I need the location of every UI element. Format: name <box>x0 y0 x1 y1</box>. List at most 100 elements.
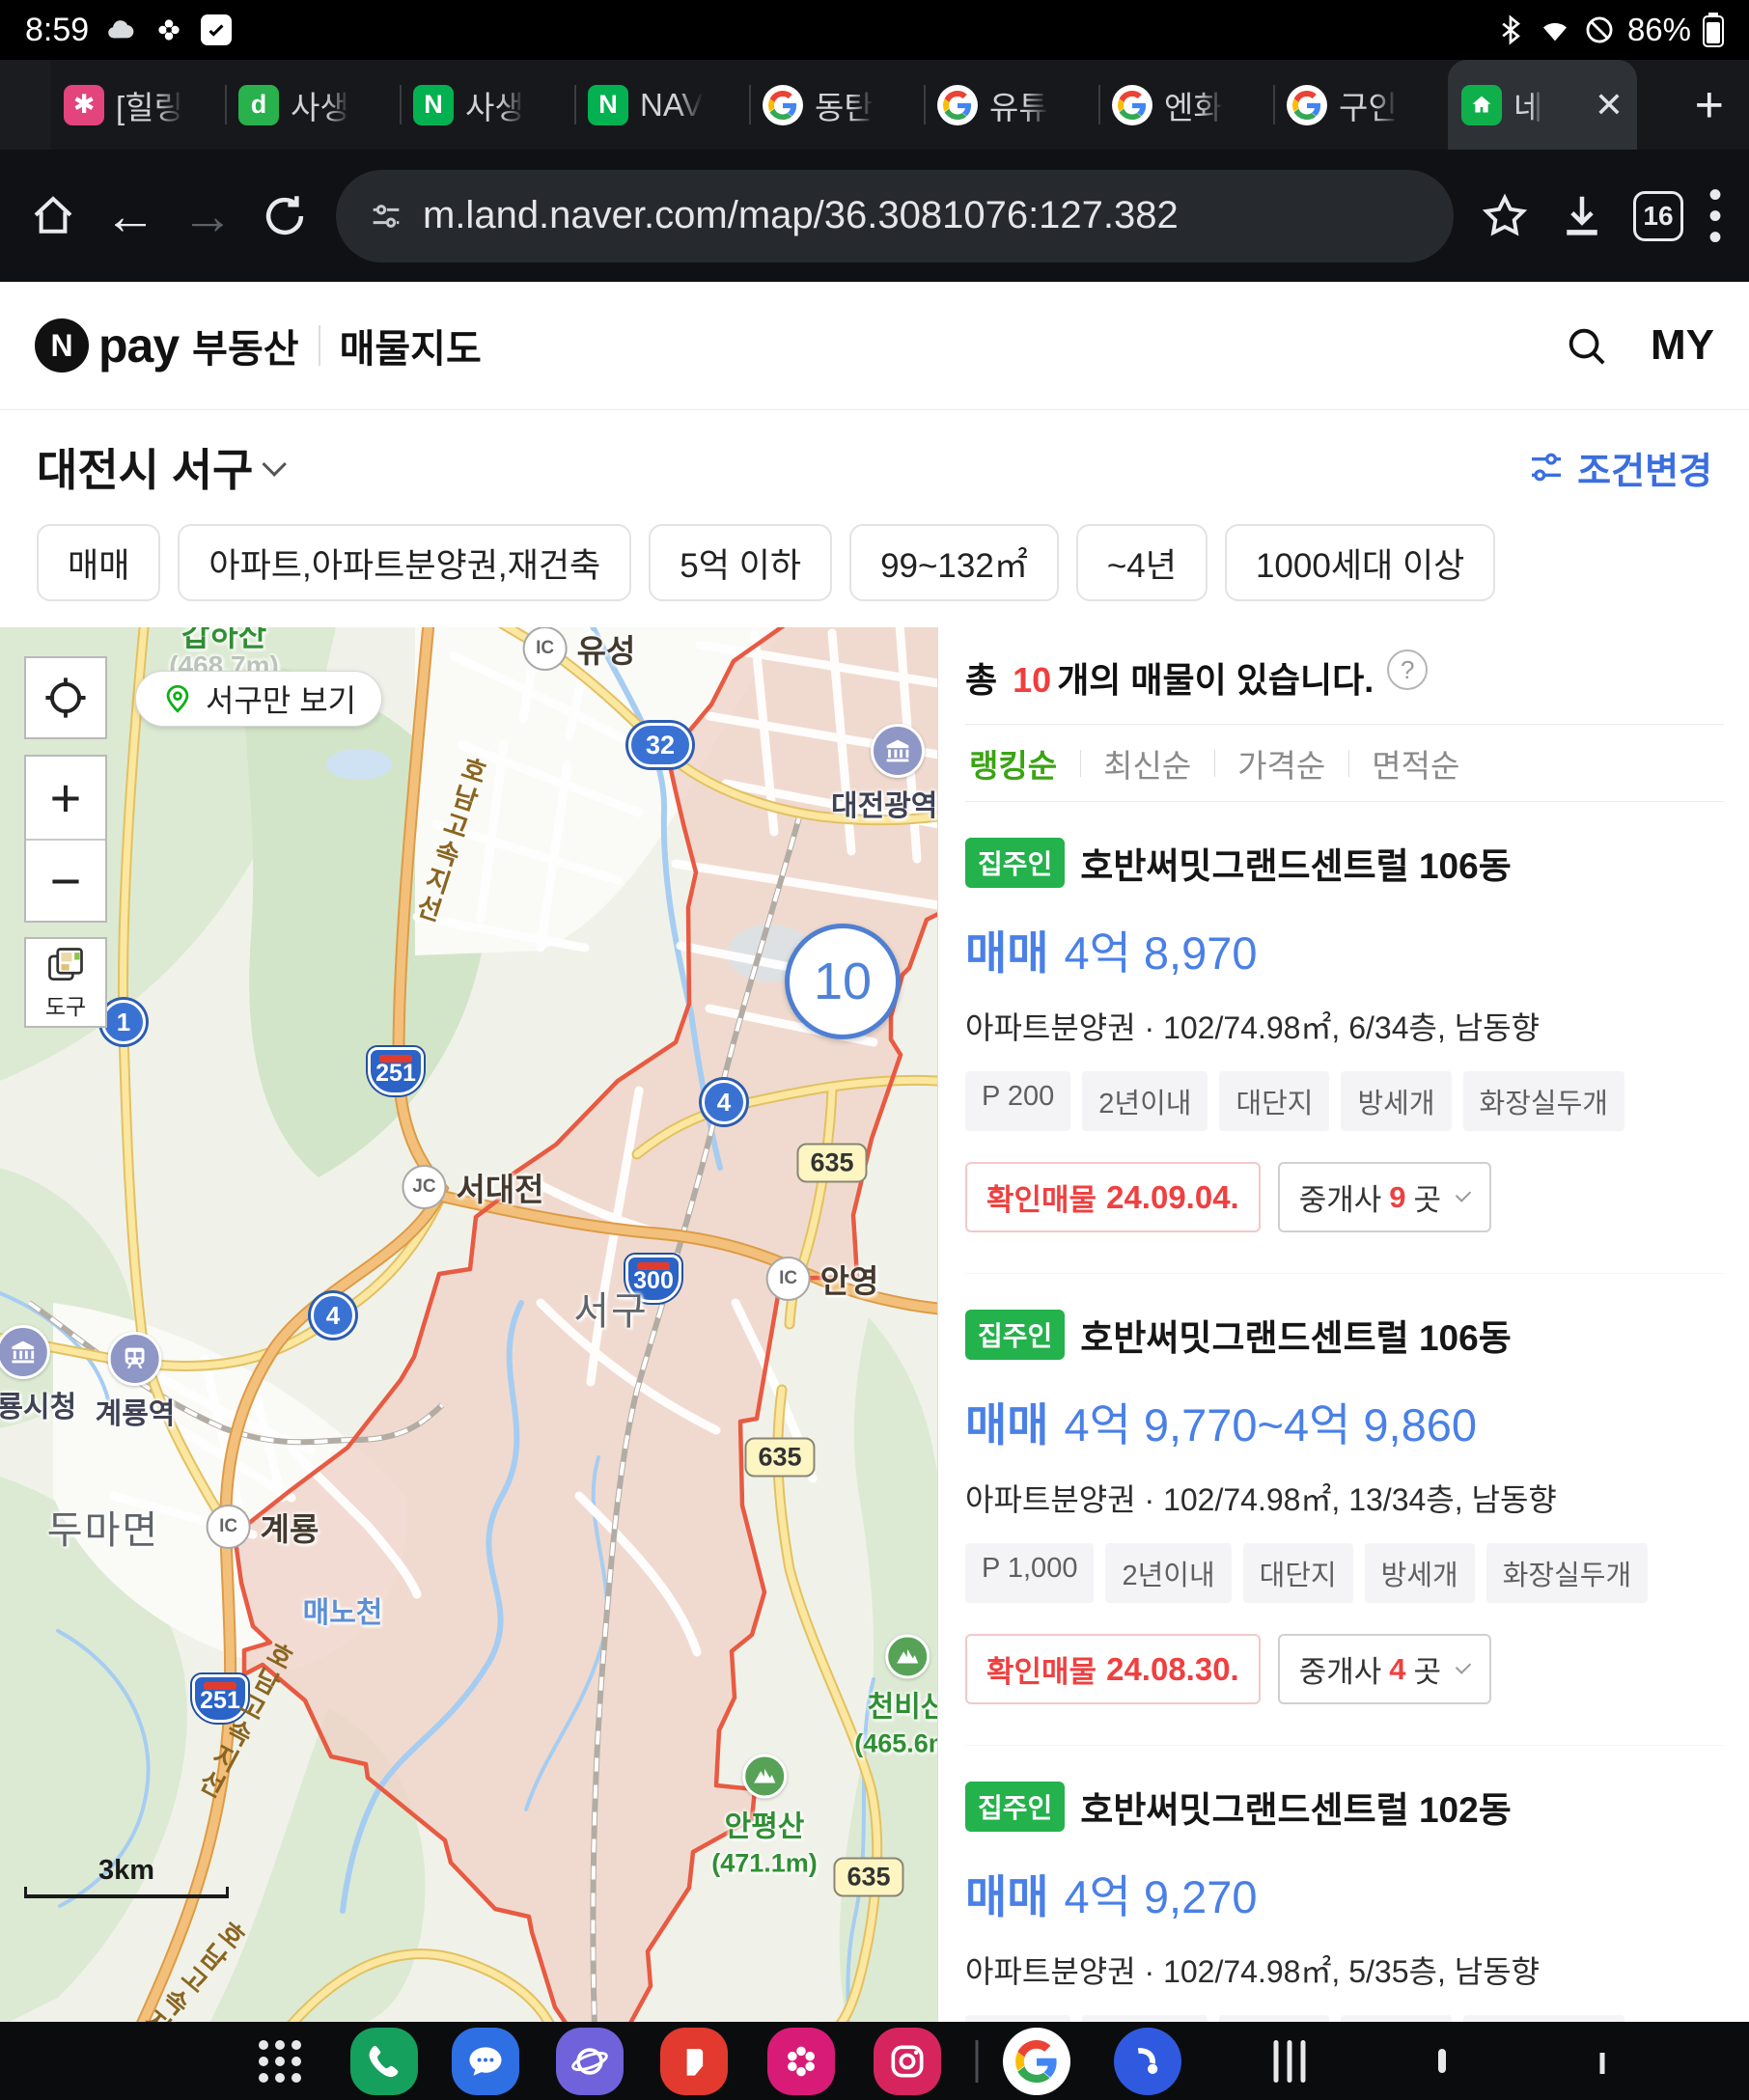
tab-1[interactable]: ✱[힐링 <box>50 60 225 150</box>
app-drawer-icon[interactable] <box>259 2040 301 2083</box>
tag: 방세개 <box>1365 1543 1475 1603</box>
samsung-internet-app-icon[interactable] <box>556 2028 624 2095</box>
brand-service-label[interactable]: 부동산 <box>192 318 298 373</box>
interchange-name: 계룡 <box>261 1504 319 1550</box>
chip-property-type[interactable]: 아파트,아파트분양권,재건축 <box>178 524 631 601</box>
chip-area[interactable]: 99~132㎡ <box>849 524 1059 601</box>
browser-tab-strip: ✱[힐링 d사생 N사생 NNAV 동탄 유튜 엔화 구인 네✕ + <box>0 60 1749 150</box>
red-app-icon[interactable] <box>660 2028 728 2095</box>
bookmark-star-icon[interactable] <box>1479 190 1531 242</box>
close-tab-icon[interactable]: ✕ <box>1595 85 1624 125</box>
current-location-button[interactable] <box>24 656 107 739</box>
site-settings-icon[interactable] <box>367 197 405 235</box>
url-bar[interactable]: m.land.naver.com/map/36.3081076:127.382 <box>336 170 1454 262</box>
flower-app-icon[interactable] <box>767 2028 835 2095</box>
tab-4[interactable]: NNAV <box>574 60 749 150</box>
chip-price[interactable]: 5억 이하 <box>649 524 832 601</box>
sort-ranking[interactable]: 랭킹순 <box>965 740 1080 787</box>
filter-chips-row: 매매 아파트,아파트분양권,재건축 5억 이하 99~132㎡ ~4년 1000… <box>0 524 1749 627</box>
chip-trade-type[interactable]: 매매 <box>37 524 160 601</box>
google-app-icon[interactable] <box>1003 2028 1070 2095</box>
home-icon[interactable] <box>27 190 79 242</box>
new-tab-button[interactable]: + <box>1695 76 1724 134</box>
listing-card[interactable]: 집주인호반써밋그랜드센트럴 106동 매매4억 9,770~4억 9,860 아… <box>965 1274 1724 1746</box>
agents-dropdown-button[interactable]: 중개사9곳 <box>1278 1162 1491 1232</box>
tab-active-naver-land[interactable]: 네✕ <box>1448 60 1637 150</box>
tab-count-button[interactable]: 16 <box>1633 191 1683 241</box>
tag: 2년이내 <box>1105 1543 1231 1603</box>
browser-menu-icon[interactable]: ••• <box>1708 184 1722 248</box>
tag: 대단지 <box>1219 2015 1329 2022</box>
download-icon[interactable] <box>1556 190 1608 242</box>
ic-jc-icon: JC <box>402 1165 446 1209</box>
interchange-marker: IC유성 <box>523 627 636 672</box>
tab-2[interactable]: d사생 <box>225 60 400 150</box>
scale-line <box>24 1887 229 1898</box>
listing-title: 호반써밋그랜드센트럴 102동 <box>1080 1781 1511 1833</box>
naver-favicon: N <box>588 85 628 125</box>
url-text[interactable]: m.land.naver.com/map/36.3081076:127.382 <box>423 194 1179 237</box>
tab-5[interactable]: 동탄 <box>749 60 924 150</box>
status-bar: 8:59 86% <box>0 0 1749 60</box>
my-menu[interactable]: MY <box>1651 321 1714 370</box>
mountain-peak-marker: 안평산(471.1m) <box>711 1755 818 1879</box>
sort-bar: 랭킹순 최신순 가격순 면적순 <box>965 725 1724 802</box>
messages-app-icon[interactable] <box>452 2028 519 2095</box>
agents-dropdown-button[interactable]: 중개사4곳 <box>1278 1634 1491 1704</box>
result-summary: 총 10개의 매물이 있습니다. ? <box>965 627 1724 725</box>
zoom-out-button[interactable]: − <box>26 839 105 921</box>
back-icon[interactable]: ← <box>104 190 156 242</box>
home-key[interactable] <box>1438 2053 1446 2070</box>
partial-tab[interactable] <box>0 60 50 150</box>
trade-type: 매매 <box>965 1860 1048 1926</box>
sort-area[interactable]: 면적순 <box>1348 740 1483 787</box>
map-tools-button[interactable]: 도구 <box>24 937 107 1028</box>
reload-icon[interactable] <box>259 190 311 242</box>
chip-households[interactable]: 1000세대 이상 <box>1225 524 1495 601</box>
naver-pay-logo[interactable]: N <box>35 318 89 373</box>
region-selector[interactable]: 대전시 서구 <box>37 435 286 499</box>
listing-desc: 아파트분양권 · 102/74.98㎡, 6/34층, 남동향 <box>965 1004 1724 1048</box>
tune-filter-icon <box>1527 448 1566 486</box>
view-seogu-only-button[interactable]: 서구만 보기 <box>135 671 382 727</box>
mountain-icon <box>885 1635 930 1679</box>
chip-age[interactable]: ~4년 <box>1076 524 1208 601</box>
confirmed-listing-button[interactable]: 확인매물24.09.04. <box>965 1162 1261 1232</box>
zoom-in-button[interactable]: + <box>26 757 105 839</box>
summary-suffix: 개의 매물이 있습니다. <box>1057 660 1374 700</box>
government-building-icon <box>871 724 925 778</box>
help-icon[interactable]: ? <box>1387 649 1428 690</box>
tag: 2년이내 <box>1082 1071 1208 1131</box>
change-conditions-button[interactable]: 조건변경 <box>1527 441 1712 494</box>
listing-card[interactable]: 집주인호반써밋그랜드센트럴 102동 매매4억 9,270 아파트분양권 · 1… <box>965 1746 1724 2022</box>
google-favicon <box>1287 85 1327 125</box>
tag: 방세개 <box>1341 2015 1451 2022</box>
camera-app-icon[interactable] <box>874 2028 941 2095</box>
recents-key[interactable] <box>1274 2040 1306 2083</box>
tab-6[interactable]: 유튜 <box>924 60 1098 150</box>
tab-3[interactable]: N사생 <box>400 60 574 150</box>
phone-app-icon[interactable] <box>350 2028 418 2095</box>
owner-badge: 집주인 <box>965 838 1065 888</box>
forward-icon[interactable]: → <box>181 190 234 242</box>
checkbox-notification-icon <box>201 14 232 45</box>
search-icon[interactable] <box>1564 323 1608 368</box>
page-title: 매물지도 <box>340 318 482 373</box>
listing-cluster-marker[interactable]: 10 <box>785 924 901 1039</box>
route-shield: 4 <box>311 1293 355 1338</box>
interchange-marker: IC안영 <box>766 1256 879 1302</box>
sort-price[interactable]: 가격순 <box>1214 740 1348 787</box>
tab-7[interactable]: 엔화 <box>1098 60 1273 150</box>
daum-favicon: d <box>238 85 279 125</box>
map-canvas[interactable]: 갑하산(468.7m)IC유성대전광역시321251호남고속지선JC서대전300… <box>0 627 938 2022</box>
tab-8[interactable]: 구인 <box>1273 60 1448 150</box>
sort-newest[interactable]: 최신순 <box>1080 740 1214 787</box>
interchange-name: 안영 <box>820 1256 879 1302</box>
brand-pay-label[interactable]: pay <box>98 318 179 373</box>
back-key[interactable] <box>1600 2053 1605 2070</box>
tag: 화장실두개 <box>1463 1071 1624 1131</box>
confirmed-listing-button[interactable]: 확인매물24.08.30. <box>965 1634 1261 1704</box>
blue-app-icon[interactable] <box>1114 2028 1181 2095</box>
owner-badge: 집주인 <box>965 1782 1065 1832</box>
listing-card[interactable]: 집주인호반써밋그랜드센트럴 106동 매매4억 8,970 아파트분양권 · 1… <box>965 802 1724 1274</box>
